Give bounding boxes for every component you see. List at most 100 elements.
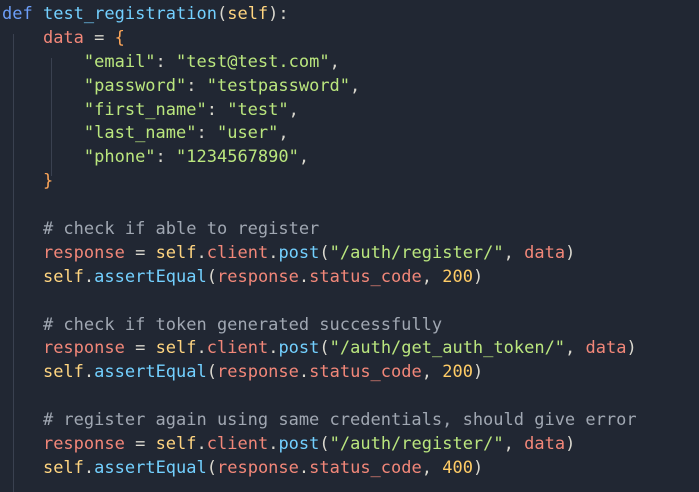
comma: , [329,51,340,72]
colon: : [196,123,217,144]
comment: # register again using same credentials,… [42,410,637,431]
variable-data: data [42,27,84,48]
dict-key: "password" [83,75,187,96]
dict-value: "user" [216,123,279,144]
code-line-blank[interactable] [2,385,637,409]
code-line-comment-2[interactable]: # check if token generated successfully [2,314,637,338]
dot: . [298,266,310,287]
property-status-code: status_code [309,362,422,383]
dot: . [196,338,207,359]
code-line-close-brace[interactable]: } [2,170,637,194]
dot: . [268,434,279,455]
colon: : [186,75,207,96]
code-editor[interactable]: def test_registration(self): data = { "e… [0,0,699,492]
brace-close: } [42,171,54,192]
code-line-blank[interactable] [2,290,637,314]
attribute-client: client [206,434,269,455]
punctuation: ( [216,4,228,24]
keyword-def: def [2,4,33,24]
argument-data: data [524,434,566,455]
dict-key: "email" [83,51,156,72]
code-line-def[interactable]: def test_registration(self): [2,3,637,27]
variable-response: response [42,434,125,455]
number-literal: 400 [442,457,473,478]
paren-close: ) [472,457,484,478]
self-keyword: self [42,266,84,287]
code-line-assert-1[interactable]: self.assertEqual(response.status_code, 2… [2,266,637,290]
self-keyword: self [42,362,84,383]
variable-response: response [42,242,125,263]
method-assert-equal: assertEqual [94,362,207,383]
dot: . [268,338,279,359]
property-status-code: status_code [309,457,422,478]
code-line-assert-2[interactable]: self.assertEqual(response.status_code, 2… [2,361,637,385]
operator: = [83,27,115,48]
method-post: post [278,434,320,455]
method-assert-equal: assertEqual [94,457,207,478]
dict-value: "testpassword" [206,75,351,96]
argument-data: data [585,338,627,359]
code-line-comment-3[interactable]: # register again using same credentials,… [2,409,637,433]
function-name: test_registration [42,4,217,24]
separator: , [503,434,525,455]
code-line-post-token[interactable]: response = self.client.post("/auth/get_a… [2,337,637,361]
code-line-assert-3[interactable]: self.assertEqual(response.status_code, 4… [2,457,637,481]
paren-open: ( [206,362,217,383]
method-assert-equal: assertEqual [94,266,207,287]
paren-open: ( [319,242,330,263]
dot: . [196,434,207,455]
colon: : [155,147,177,168]
url-string: "/auth/register/" [329,434,504,455]
paren-open: ( [319,338,330,359]
paren-close: ) [626,338,637,359]
separator: , [421,266,443,287]
dict-value: "1234567890" [176,147,299,168]
code-line-post-register-again[interactable]: response = self.client.post("/auth/regis… [2,433,637,457]
object-response: response [217,362,299,383]
method-post: post [278,338,320,359]
code-line-blank[interactable] [2,194,637,218]
code-line-phone[interactable]: "phone": "1234567890", [2,146,637,170]
operator: = [124,338,156,359]
property-status-code: status_code [309,266,422,287]
code-line-last-name[interactable]: "last_name": "user", [2,122,637,146]
self-keyword: self [155,434,197,455]
punctuation: ): [268,4,289,24]
code-line-data-assign[interactable]: data = { [2,27,637,51]
colon: : [155,51,177,72]
separator: , [503,242,525,263]
dot: . [268,242,279,263]
paren-close: ) [472,362,484,383]
dict-key: "last_name" [83,123,197,144]
separator: , [421,457,443,478]
paren-close: ) [565,434,576,455]
number-literal: 200 [442,266,473,287]
dot: . [83,457,95,478]
attribute-client: client [206,242,269,263]
dot: . [196,242,207,263]
paren-close: ) [472,266,484,287]
param-self: self [227,4,269,24]
comma: , [278,123,289,144]
code-line-comment-1[interactable]: # check if able to register [2,218,637,242]
comma: , [288,99,299,120]
comment: # check if able to register [42,219,320,240]
comma: , [298,147,310,168]
dot: . [298,457,310,478]
code-block[interactable]: def test_registration(self): data = { "e… [2,3,637,481]
comma: , [350,75,361,96]
attribute-client: client [206,338,269,359]
object-response: response [217,266,299,287]
code-line-email[interactable]: "email": "test@test.com", [2,51,637,75]
dot: . [83,362,95,383]
url-string: "/auth/register/" [329,242,504,263]
number-literal: 200 [442,362,473,383]
code-line-first-name[interactable]: "first_name": "test", [2,99,637,123]
paren-close: ) [565,242,576,263]
code-line-post-register[interactable]: response = self.client.post("/auth/regis… [2,242,637,266]
dict-value: "test" [227,99,289,120]
dot: . [298,362,310,383]
self-keyword: self [155,338,197,359]
dot: . [83,266,95,287]
code-line-password[interactable]: "password": "testpassword", [2,75,637,99]
